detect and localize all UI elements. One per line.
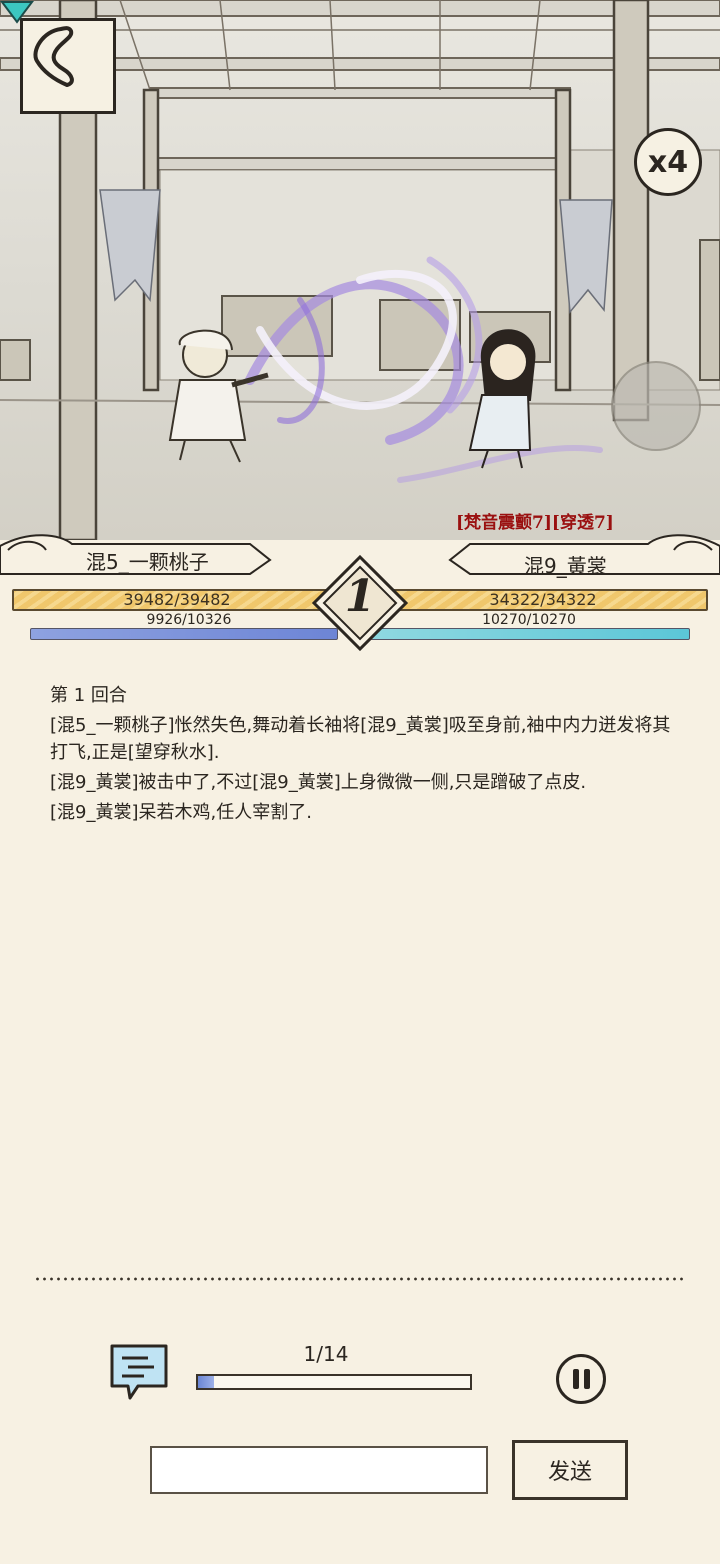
back-button[interactable]	[20, 18, 116, 114]
battle-scene: x4 [梵音震颤7][穿透7]	[0, 0, 720, 540]
left-hp-text: 39482/39482	[123, 590, 231, 609]
right-fighter-name: 混9_黃裳	[524, 554, 607, 578]
round-number: 1	[344, 571, 376, 622]
left-hp-bar: 39482/39482	[12, 589, 342, 611]
chat-icon[interactable]	[108, 1340, 170, 1402]
log-line: [混5_一颗桃子]怅然失色,舞动着长袖将[混9_黃裳]吸至身前,袖中内力迸发将其…	[50, 715, 671, 763]
pause-icon	[572, 1369, 579, 1389]
right-mp-text: 10270/10270	[482, 612, 576, 628]
chat-message-input[interactable]	[150, 1446, 488, 1494]
dotted-divider	[34, 1276, 686, 1282]
log-line: [混9_黃裳]呆若木鸡,任人宰割了.	[50, 802, 312, 823]
right-hp-bar: 34322/34322	[378, 589, 708, 611]
playback-progress-bar[interactable]	[196, 1374, 472, 1390]
right-hp-text: 34322/34322	[489, 590, 597, 609]
back-icon	[33, 26, 74, 87]
speed-label: x4	[647, 144, 689, 180]
battle-log: 第 1 回合 [混5_一颗桃子]怅然失色,舞动着长袖将[混9_黃裳]吸至身前,袖…	[50, 682, 672, 829]
round-badge: 1	[310, 553, 410, 653]
playback-progress-label: 1/14	[303, 1342, 349, 1366]
pause-icon	[583, 1369, 590, 1389]
left-fighter-name: 混5_一颗桃子	[86, 550, 209, 574]
left-mp-bar	[30, 628, 338, 640]
speed-button[interactable]: x4	[634, 128, 702, 196]
log-line: [混9_黃裳]被击中了,不过[混9_黃裳]上身微微一侧,只是蹭破了点皮.	[50, 772, 587, 793]
left-mp-text: 9926/10326	[146, 612, 232, 628]
target-marker-icon	[0, 1, 34, 24]
right-mp-bar	[370, 628, 690, 640]
send-button[interactable]: 发送	[512, 1440, 628, 1500]
pause-button[interactable]	[556, 1354, 606, 1404]
log-round-title: 第 1 回合	[50, 685, 127, 706]
playback-progress-fill	[198, 1376, 214, 1388]
